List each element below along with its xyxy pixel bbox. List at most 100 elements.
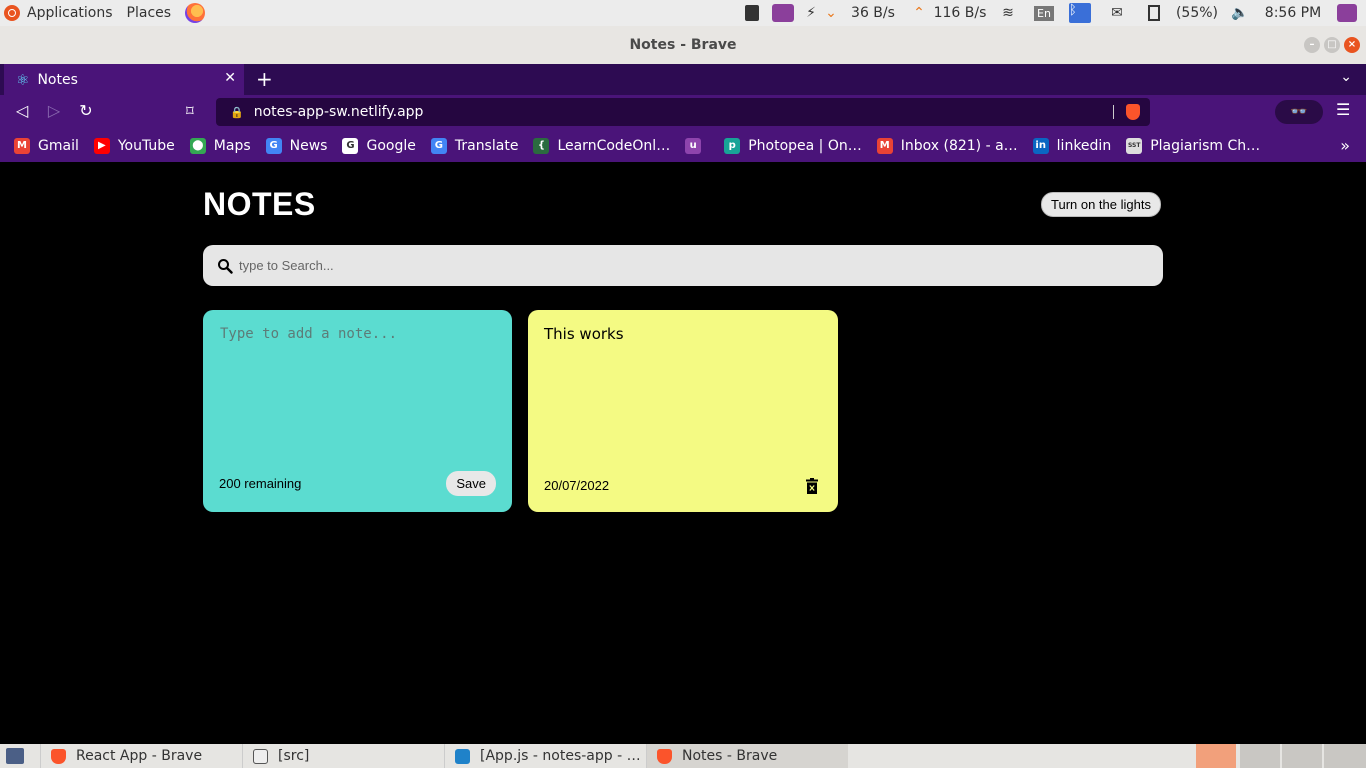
reload-icon[interactable]: ↻ [76, 101, 96, 120]
address-bar[interactable]: 🔒 notes-app-sw.netlify.app [216, 98, 1150, 126]
react-favicon-icon: ⚛ [16, 70, 30, 89]
battery-icon[interactable] [1136, 0, 1172, 26]
bookmarks-overflow-icon[interactable]: » [1340, 136, 1350, 155]
search-input[interactable] [239, 258, 1119, 273]
clock[interactable]: 8:56 PM [1258, 0, 1328, 26]
bookmark-item[interactable]: ⬤ Maps [189, 138, 251, 154]
bookmark-favicon-icon: ▶ [93, 138, 110, 154]
task-vscode[interactable]: [App.js - notes-app - … [444, 744, 646, 768]
bookmark-label: linkedin [1056, 138, 1112, 154]
maximize-icon[interactable]: □ [1324, 37, 1340, 53]
new-note-textarea[interactable] [220, 326, 495, 466]
user-avatar-icon[interactable] [1328, 0, 1366, 26]
task-label: [App.js - notes-app - … [480, 748, 641, 764]
bookmark-item[interactable]: G News [265, 138, 328, 154]
tab-title: Notes [37, 71, 78, 88]
omnibox-divider [1113, 105, 1114, 119]
url-text[interactable]: notes-app-sw.netlify.app [254, 104, 424, 120]
applications-menu[interactable]: Applications [27, 5, 113, 21]
workspace-4[interactable] [1324, 744, 1366, 768]
window-titlebar[interactable]: Notes - Brave – □ × [0, 26, 1366, 64]
bookmark-favicon-icon: G [265, 138, 282, 154]
hamburger-menu-icon[interactable]: ☰ [1336, 100, 1350, 119]
places-menu[interactable]: Places [127, 5, 172, 21]
bookmark-item[interactable]: M Inbox (821) - a… [876, 138, 1018, 154]
firefox-launcher-icon[interactable] [185, 3, 206, 23]
battery-percent: (55%) [1175, 5, 1219, 21]
task-src-folder[interactable]: [src] [242, 744, 444, 768]
tab-notes[interactable]: ⚛ Notes ✕ [4, 64, 244, 95]
screen-recorder-icon[interactable] [768, 0, 798, 26]
note-card: This works 20/07/2022 [528, 310, 838, 512]
bookmark-label: Inbox (821) - a… [900, 138, 1018, 154]
search-bar[interactable] [203, 245, 1163, 286]
delete-trash-icon[interactable] [806, 478, 818, 494]
back-arrow-icon[interactable]: ◁ [12, 101, 32, 120]
theme-toggle-button[interactable]: Turn on the lights [1041, 192, 1161, 217]
bookmark-favicon-icon: G [430, 138, 447, 154]
task-label: React App - Brave [76, 748, 203, 764]
wifi-icon[interactable]: ≋ [990, 0, 1026, 26]
save-button[interactable]: Save [446, 471, 496, 496]
workspace-3[interactable] [1282, 744, 1322, 768]
characters-remaining: 200 remaining [219, 476, 302, 491]
task-label: [src] [278, 748, 310, 764]
bookmark-item[interactable]: SST Plagiarism Ch… [1126, 138, 1260, 154]
bookmark-label: News [289, 138, 328, 154]
ubuntu-logo-icon[interactable] [4, 5, 20, 21]
top-panel: Applications Places ⚡ ⌄ 36 B/s ⌃ 116 B/s… [0, 0, 1366, 26]
bookmark-favicon-icon: ⬤ [189, 138, 206, 154]
notes-page: NOTES Turn on the lights 200 remaining S… [0, 162, 1366, 744]
forward-arrow-icon[interactable]: ▷ [44, 101, 64, 120]
bookmark-label: Google [366, 138, 416, 154]
bookmark-label: Gmail [38, 138, 79, 154]
bookmark-label: Translate [454, 138, 519, 154]
tray-app-icon[interactable] [740, 0, 764, 26]
bookmark-favicon-icon: G [342, 138, 359, 154]
bookmark-item[interactable]: M Gmail [14, 138, 79, 154]
show-desktop-icon[interactable] [6, 748, 24, 764]
network-plug-icon[interactable]: ⚡ [798, 0, 824, 26]
bookmark-item[interactable]: p Photopea | On… [724, 138, 862, 154]
task-label: Notes - Brave [682, 748, 778, 764]
keyboard-layout-indicator[interactable]: En [1026, 0, 1062, 26]
task-react-app[interactable]: React App - Brave [40, 744, 242, 768]
tab-close-icon[interactable]: ✕ [224, 70, 236, 86]
bookmarks-bar: M Gmail ▶ YouTube ⬤ Maps G News G Google G Translat… [0, 130, 1366, 162]
bluetooth-icon[interactable]: ᛒ [1062, 0, 1098, 26]
mail-icon[interactable]: ✉ [1098, 0, 1136, 26]
bookmark-item[interactable]: G Google [342, 138, 416, 154]
chevron-down-icon[interactable]: ⌄ [824, 0, 838, 26]
workspace-1[interactable] [1196, 744, 1236, 768]
bottom-taskbar: React App - Brave [src] [App.js - notes-… [0, 744, 1366, 768]
bookmark-item[interactable]: ▶ YouTube [93, 138, 175, 154]
tab-search-chevron-icon[interactable]: ⌄ [1340, 69, 1352, 85]
brave-icon [51, 748, 66, 764]
bookmark-label: Plagiarism Ch… [1150, 138, 1261, 154]
bookmark-icon[interactable]: ⌑ [186, 102, 194, 120]
bookmark-item[interactable]: G Translate [430, 138, 519, 154]
bookmark-favicon-icon: M [876, 138, 893, 154]
volume-icon[interactable]: 🔈 [1222, 0, 1258, 26]
brave-shields-icon[interactable] [1126, 104, 1140, 120]
bookmark-label: Photopea | On… [748, 138, 862, 154]
bookmark-favicon-icon: { [533, 138, 550, 154]
workspace-2[interactable] [1240, 744, 1280, 768]
download-speed: 36 B/s [851, 5, 895, 21]
bookmark-item[interactable]: u [685, 138, 709, 154]
new-tab-button[interactable]: + [256, 67, 273, 91]
bookmark-label: LearnCodeOnl… [557, 138, 671, 154]
vscode-icon [455, 748, 470, 764]
page-title: NOTES [203, 186, 316, 222]
task-notes-brave[interactable]: Notes - Brave [646, 744, 848, 768]
bookmark-item[interactable]: in linkedin [1032, 138, 1112, 154]
lock-icon[interactable]: 🔒 [230, 106, 244, 119]
bookmark-item[interactable]: { LearnCodeOnl… [533, 138, 670, 154]
bookmark-favicon-icon: p [724, 138, 741, 154]
browser-toolbar: ◁ ▷ ↻ ⌑ 🔒 notes-app-sw.netlify.app 👓 ☰ [0, 95, 1366, 130]
close-window-icon[interactable]: × [1344, 37, 1360, 53]
upload-speed: 116 B/s [933, 5, 987, 21]
bookmark-label: YouTube [117, 138, 175, 154]
private-profile-icon[interactable]: 👓 [1275, 100, 1323, 124]
minimize-icon[interactable]: – [1304, 37, 1320, 53]
